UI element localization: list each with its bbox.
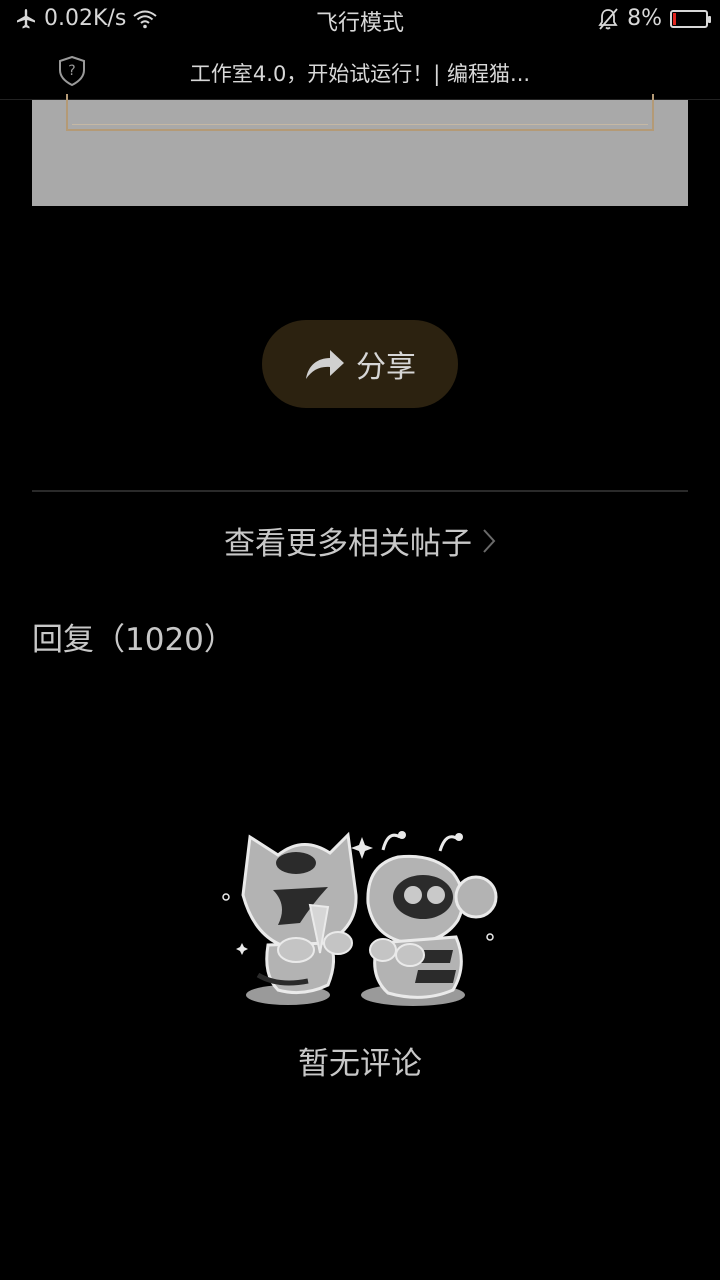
title-bar: ? 工作室4.0，开始试运行！| 编程猫... <box>0 38 720 100</box>
empty-comments-text: 暂无评论 <box>298 1046 422 1082</box>
image-frame-line <box>72 124 648 125</box>
image-frame <box>66 94 654 131</box>
share-arrow-icon <box>306 350 344 379</box>
more-posts-link[interactable]: 查看更多相关帖子 <box>0 518 720 563</box>
battery-icon <box>670 9 711 28</box>
share-button[interactable]: 分享 <box>262 320 458 408</box>
share-label: 分享 <box>356 350 416 385</box>
mascots-empty-illustration <box>222 831 498 1006</box>
bell-muted-icon <box>598 7 618 30</box>
article-image <box>32 94 688 206</box>
chevron-right-icon <box>483 528 496 553</box>
battery-fill <box>673 12 676 25</box>
battery-level: 8% <box>627 6 662 31</box>
status-right: 8% <box>597 6 711 31</box>
shield-question-icon[interactable]: ? <box>58 56 86 86</box>
page-title: 工作室4.0，开始试运行！| 编程猫... <box>189 62 531 86</box>
reply-count-header: 回复（1020） <box>32 622 235 658</box>
more-posts-label: 查看更多相关帖子 <box>224 526 472 562</box>
status-bar: 0.02K/s 飞行模式 8% <box>0 0 720 38</box>
divider <box>32 490 688 492</box>
svg-text:?: ? <box>68 63 75 79</box>
